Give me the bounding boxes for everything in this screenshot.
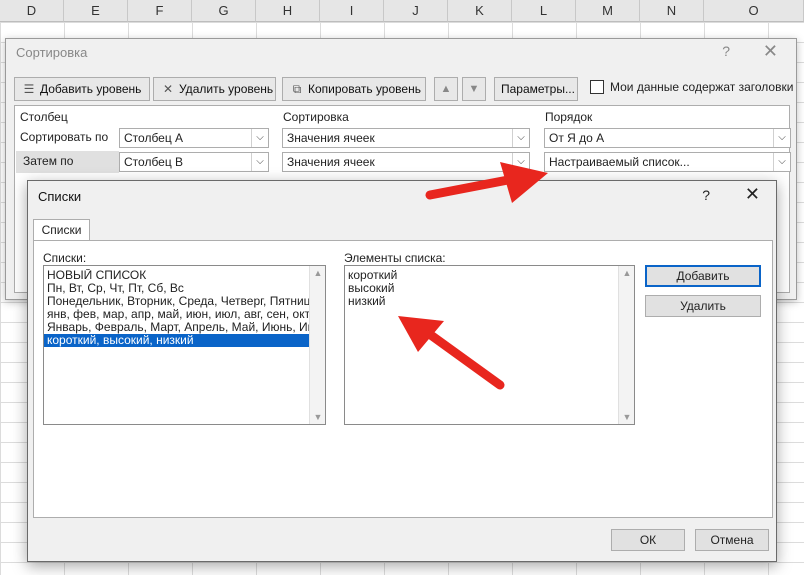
- row2-sort-on-value: Значения ячеек: [287, 155, 375, 169]
- list-entries-textarea[interactable]: короткий высокий низкий ▲ ▼: [344, 265, 635, 425]
- row1-label: Сортировать по: [20, 130, 109, 144]
- list-item[interactable]: янв, фев, мар, апр, май, июн, июл, авг, …: [44, 308, 309, 321]
- lists-tab-panel: Списки: НОВЫЙ СПИСОК Пн, Вт, Ср, Чт, Пт, …: [33, 240, 773, 518]
- lists-dialog-title: Списки: [38, 189, 82, 204]
- custom-lists-listbox[interactable]: НОВЫЙ СПИСОК Пн, Вт, Ср, Чт, Пт, Сб, Вс По…: [43, 265, 326, 425]
- list-item[interactable]: Пн, Вт, Ср, Чт, Пт, Сб, Вс: [44, 282, 309, 295]
- row1-order-value: От Я до А: [549, 131, 605, 145]
- copy-level-button[interactable]: ⧉ Копировать уровень: [282, 77, 426, 101]
- list-item[interactable]: Январь, Февраль, Март, Апрель, Май, Июнь…: [44, 321, 309, 334]
- chevron-down-icon: ⌵: [512, 129, 529, 147]
- column-header-n[interactable]: N: [640, 0, 704, 22]
- column-header-h[interactable]: H: [256, 0, 320, 22]
- help-icon[interactable]: ?: [722, 43, 730, 59]
- scroll-down-icon[interactable]: ▼: [619, 412, 634, 422]
- column-header-f[interactable]: F: [128, 0, 192, 22]
- column-header-i[interactable]: I: [320, 0, 384, 22]
- row1-column-value: Столбец A: [124, 131, 184, 145]
- list-entry: высокий: [348, 282, 395, 295]
- row1-order-select[interactable]: От Я до А ⌵: [544, 128, 791, 148]
- scroll-up-icon[interactable]: ▲: [310, 268, 325, 278]
- close-icon[interactable]: ✕: [763, 41, 778, 62]
- add-button[interactable]: Добавить: [645, 265, 761, 287]
- row2-column-select[interactable]: Столбец B ⌵: [119, 152, 269, 172]
- close-icon[interactable]: ✕: [745, 184, 760, 205]
- header-order: Порядок: [545, 110, 593, 124]
- chevron-down-icon: ⌵: [251, 153, 268, 171]
- column-header-g[interactable]: G: [192, 0, 256, 22]
- chevron-down-icon: ⌵: [773, 153, 790, 171]
- column-header-m[interactable]: M: [576, 0, 640, 22]
- delete-button[interactable]: Удалить: [645, 295, 761, 317]
- row2-order-select[interactable]: Настраиваемый список... ⌵: [544, 152, 791, 172]
- custom-lists-dialog: Списки ? ✕ Списки Списки: НОВЫЙ СПИСОК Пн…: [27, 180, 777, 562]
- ok-button[interactable]: ОК: [611, 529, 685, 551]
- cancel-button[interactable]: Отмена: [695, 529, 769, 551]
- tab-lists[interactable]: Списки: [33, 219, 90, 241]
- delete-level-label: Удалить уровень: [179, 82, 274, 96]
- help-icon[interactable]: ?: [702, 187, 710, 203]
- scroll-down-icon[interactable]: ▼: [310, 412, 325, 422]
- chevron-down-icon: ⌵: [773, 129, 790, 147]
- row2-sort-on-select[interactable]: Значения ячеек ⌵: [282, 152, 530, 172]
- copy-icon: ⧉: [292, 82, 302, 96]
- column-header-k[interactable]: K: [448, 0, 512, 22]
- has-headers-label: Мои данные содержат заголовки: [610, 80, 794, 94]
- chevron-down-icon: ⌵: [512, 153, 529, 171]
- scroll-up-icon[interactable]: ▲: [619, 268, 634, 278]
- move-down-button[interactable]: ▼: [462, 77, 486, 101]
- delete-level-button[interactable]: ✕ Удалить уровень: [153, 77, 276, 101]
- options-button[interactable]: Параметры...: [494, 77, 578, 101]
- lists-label: Списки:: [43, 251, 87, 265]
- entries-scrollbar[interactable]: ▲ ▼: [618, 266, 634, 424]
- list-entry: низкий: [348, 295, 386, 308]
- list-item[interactable]: НОВЫЙ СПИСОК: [44, 269, 309, 282]
- column-header-o[interactable]: O: [704, 0, 804, 22]
- row1-column-select[interactable]: Столбец A ⌵: [119, 128, 269, 148]
- lists-scrollbar[interactable]: ▲ ▼: [309, 266, 325, 424]
- add-level-icon: ☰: [23, 82, 35, 96]
- row1-sort-on-value: Значения ячеек: [287, 131, 375, 145]
- row2-label: Затем по: [23, 154, 74, 168]
- column-header-d[interactable]: D: [0, 0, 64, 22]
- delete-icon: ✕: [162, 82, 174, 96]
- column-header-j[interactable]: J: [384, 0, 448, 22]
- sort-dialog-title: Сортировка: [16, 45, 88, 60]
- header-column: Столбец: [20, 110, 68, 124]
- row2-order-value: Настраиваемый список...: [549, 155, 690, 169]
- row1-sort-on-select[interactable]: Значения ячеек ⌵: [282, 128, 530, 148]
- list-item[interactable]: короткий, высокий, низкий: [44, 334, 309, 347]
- chevron-down-icon: ⌵: [251, 129, 268, 147]
- column-header-l[interactable]: L: [512, 0, 576, 22]
- column-header-e[interactable]: E: [64, 0, 128, 22]
- has-headers-checkbox[interactable]: [590, 80, 604, 94]
- list-entry: короткий: [348, 269, 398, 282]
- row2-column-value: Столбец B: [124, 155, 184, 169]
- entries-label: Элементы списка:: [344, 251, 446, 265]
- list-item[interactable]: Понедельник, Вторник, Среда, Четверг, Пя…: [44, 295, 309, 308]
- add-level-label: Добавить уровень: [40, 82, 142, 96]
- header-sort-on: Сортировка: [283, 110, 349, 124]
- move-up-button[interactable]: ▲: [434, 77, 458, 101]
- add-level-button[interactable]: ☰ Добавить уровень: [14, 77, 150, 101]
- copy-level-label: Копировать уровень: [308, 82, 421, 96]
